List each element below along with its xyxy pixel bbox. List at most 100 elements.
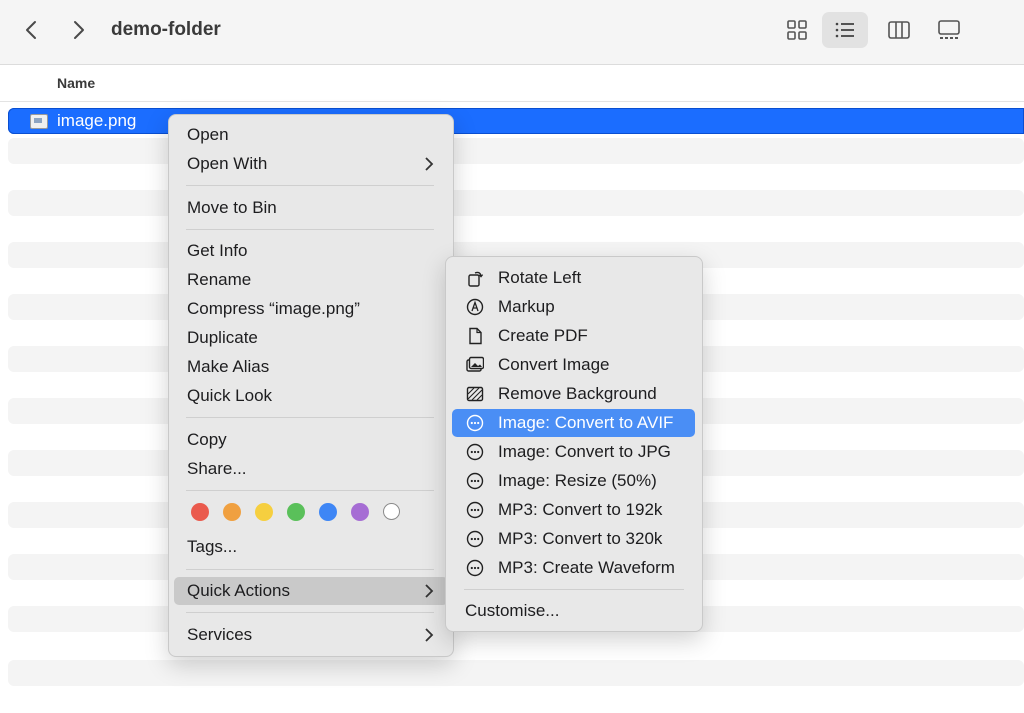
workflow-icon [466, 501, 484, 519]
menu-item-quick-actions[interactable]: Quick Actions [174, 577, 448, 605]
chevron-left-icon [26, 21, 36, 39]
quick-action-convert-jpg[interactable]: Image: Convert to JPG [452, 438, 695, 466]
menu-separator [186, 185, 434, 186]
menu-item-label: Services [187, 625, 253, 644]
empty-row [8, 138, 1024, 164]
tag-green[interactable] [287, 503, 305, 521]
menu-separator [186, 417, 434, 418]
folder-title: demo-folder [111, 19, 221, 40]
quick-action-customise[interactable]: Customise... [452, 597, 695, 625]
menu-item-rename[interactable]: Rename [174, 266, 448, 294]
document-icon [469, 327, 482, 345]
empty-row [8, 660, 1024, 686]
rotate-left-icon [468, 271, 484, 287]
quick-action-label: Markup [498, 297, 555, 316]
workflow-icon [466, 472, 484, 490]
list-view-button[interactable] [822, 12, 868, 48]
context-menu: Open Open With Move to Bin Get Info Rena… [168, 114, 454, 657]
menu-item-share[interactable]: Share... [174, 455, 448, 483]
menu-item-duplicate[interactable]: Duplicate [174, 324, 448, 352]
quick-action-rotate-left[interactable]: Rotate Left [452, 264, 695, 292]
quick-action-markup[interactable]: Markup [452, 293, 695, 321]
column-view-button[interactable] [876, 12, 922, 48]
menu-separator [186, 612, 434, 613]
menu-item-label: Rename [187, 270, 252, 289]
quick-action-remove-background[interactable]: Remove Background [452, 380, 695, 408]
quick-action-mp3-waveform[interactable]: MP3: Create Waveform [452, 554, 695, 582]
name-column-header[interactable]: Name [57, 75, 95, 91]
menu-item-open-with[interactable]: Open With [174, 150, 448, 178]
columns-icon [888, 21, 910, 39]
workflow-icon [466, 530, 484, 548]
forward-button[interactable] [66, 18, 90, 42]
menu-item-services[interactable]: Services [174, 621, 448, 649]
quick-action-mp3-192k[interactable]: MP3: Convert to 192k [452, 496, 695, 524]
menu-item-open[interactable]: Open [174, 121, 448, 149]
file-row-selected[interactable]: image.png [8, 108, 1024, 134]
quick-action-label: MP3: Convert to 320k [498, 529, 663, 548]
tag-orange[interactable] [223, 503, 241, 521]
menu-item-label: Open With [187, 154, 268, 173]
menu-item-compress[interactable]: Compress “image.png” [174, 295, 448, 323]
quick-action-label: Rotate Left [498, 268, 582, 287]
menu-item-copy[interactable]: Copy [174, 426, 448, 454]
quick-action-convert-avif[interactable]: Image: Convert to AVIF [452, 409, 695, 437]
quick-action-label: MP3: Create Waveform [498, 558, 675, 577]
menu-item-label: Tags... [187, 537, 238, 556]
quick-action-resize[interactable]: Image: Resize (50%) [452, 467, 695, 495]
empty-row [8, 190, 1024, 216]
menu-item-label: Share... [187, 459, 247, 478]
tag-red[interactable] [191, 503, 209, 521]
quick-action-label: Create PDF [498, 326, 588, 345]
menu-item-label: Make Alias [187, 357, 270, 376]
quick-action-label: Image: Convert to AVIF [498, 413, 674, 432]
remove-background-icon [466, 386, 484, 402]
menu-item-make-alias[interactable]: Make Alias [174, 353, 448, 381]
quick-action-label: Convert Image [498, 355, 610, 374]
chevron-right-icon [425, 628, 434, 642]
file-name: image.png [57, 111, 137, 130]
menu-item-label: Get Info [187, 241, 248, 260]
tag-yellow[interactable] [255, 503, 273, 521]
tag-blue[interactable] [319, 503, 337, 521]
menu-item-label: Copy [187, 430, 227, 449]
workflow-icon [466, 414, 484, 432]
menu-item-tags[interactable]: Tags... [174, 533, 448, 561]
photos-icon [466, 356, 484, 372]
column-header: Name [0, 65, 1024, 102]
chevron-right-icon [74, 21, 84, 39]
menu-separator [186, 490, 434, 491]
gallery-view-button[interactable] [926, 12, 972, 48]
tag-purple[interactable] [351, 503, 369, 521]
menu-item-move-to-bin[interactable]: Move to Bin [174, 194, 448, 222]
menu-item-label: Quick Look [187, 386, 273, 405]
back-button[interactable] [20, 18, 44, 42]
list-icon [835, 22, 854, 38]
menu-item-get-info[interactable]: Get Info [174, 237, 448, 265]
menu-item-label: Compress “image.png” [187, 299, 360, 318]
quick-action-label: Image: Convert to JPG [498, 442, 671, 461]
chevron-right-icon [425, 157, 434, 171]
menu-separator [186, 229, 434, 230]
menu-separator [464, 589, 684, 590]
tag-gray[interactable] [383, 503, 400, 520]
quick-action-create-pdf[interactable]: Create PDF [452, 322, 695, 350]
markup-icon [466, 298, 484, 316]
quick-action-label: MP3: Convert to 192k [498, 500, 663, 519]
menu-item-label: Move to Bin [187, 198, 277, 217]
chevron-right-icon [425, 584, 434, 598]
grid-icon [787, 20, 807, 40]
finder-toolbar: demo-folder [0, 0, 1024, 65]
menu-item-label: Duplicate [187, 328, 258, 347]
icon-view-button[interactable] [774, 12, 820, 48]
workflow-icon [466, 443, 484, 461]
menu-item-quick-look[interactable]: Quick Look [174, 382, 448, 410]
image-file-icon [30, 114, 48, 129]
menu-item-label: Quick Actions [187, 581, 290, 600]
gallery-icon [938, 20, 960, 39]
quick-action-mp3-320k[interactable]: MP3: Convert to 320k [452, 525, 695, 553]
quick-action-label: Image: Resize (50%) [498, 471, 657, 490]
quick-action-label: Customise... [465, 601, 560, 620]
quick-action-convert-image[interactable]: Convert Image [452, 351, 695, 379]
quick-actions-submenu: Rotate Left Markup Create PDF Convert Im… [445, 256, 703, 632]
